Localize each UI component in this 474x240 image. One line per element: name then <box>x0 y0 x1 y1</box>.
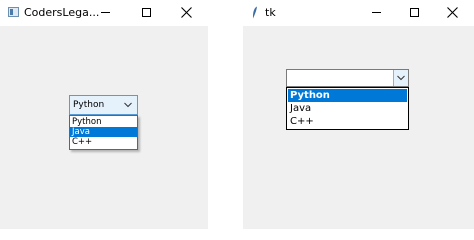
right-maximize-button[interactable] <box>397 0 433 26</box>
right-window-title: tk <box>265 6 276 19</box>
maximize-icon <box>142 8 151 17</box>
left-option-python[interactable]: Python <box>70 117 137 127</box>
right-minimize-button[interactable] <box>359 0 395 26</box>
right-option-java[interactable]: Java <box>288 102 407 115</box>
left-combobox-value: Python <box>73 100 105 110</box>
chevron-down-icon <box>397 75 405 81</box>
close-icon <box>447 7 458 18</box>
chevron-down-icon[interactable] <box>124 102 132 108</box>
app-window-icon <box>8 7 19 17</box>
left-dropdown-list: Python Java C++ <box>69 115 138 150</box>
left-close-button[interactable] <box>169 0 205 26</box>
left-title-bar[interactable]: CodersLega... <box>0 0 208 26</box>
left-minimize-button[interactable] <box>88 0 124 26</box>
right-combobox[interactable] <box>286 69 409 87</box>
right-title-bar[interactable]: tk <box>243 0 474 26</box>
left-option-java[interactable]: Java <box>70 127 137 137</box>
right-dropdown-list: Python Java C++ <box>286 87 409 130</box>
right-option-python[interactable]: Python <box>288 89 407 102</box>
tk-feather-icon <box>252 6 257 19</box>
minimize-icon <box>372 12 381 13</box>
minimize-icon <box>101 12 110 13</box>
close-icon <box>181 7 192 18</box>
maximize-icon <box>410 8 419 17</box>
left-option-cpp[interactable]: C++ <box>70 137 137 147</box>
right-option-cpp[interactable]: C++ <box>288 115 407 128</box>
left-maximize-button[interactable] <box>129 0 165 26</box>
right-combobox-dropdown-button[interactable] <box>393 70 408 86</box>
right-close-button[interactable] <box>435 0 471 26</box>
left-combobox[interactable]: Python <box>69 95 138 115</box>
